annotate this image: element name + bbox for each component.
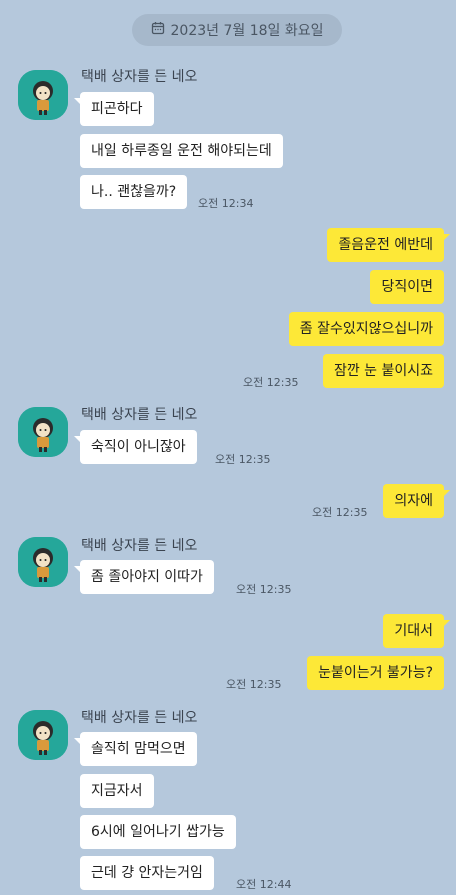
contact-avatar[interactable]: [18, 537, 68, 587]
message-bubble-outgoing[interactable]: 의자에: [383, 484, 450, 518]
message-bubble-outgoing[interactable]: 당직이면: [370, 270, 444, 304]
message-bubble-incoming[interactable]: 근데 걍 안자는거임: [80, 856, 214, 890]
message-bubble-outgoing[interactable]: 눈붙이는거 불가능?: [307, 656, 444, 690]
message-bubble-outgoing[interactable]: 졸음운전 에반데: [327, 228, 450, 262]
sender-name: 택배 상자를 든 네오: [81, 710, 198, 726]
message-bubble-incoming[interactable]: 6시에 일어나기 쌉가능: [80, 815, 236, 849]
message-bubble-incoming[interactable]: 지금자서: [80, 774, 154, 808]
message-time: 오전 12:35: [243, 376, 299, 389]
sender-name: 택배 상자를 든 네오: [81, 407, 198, 423]
message-time: 오전 12:35: [215, 453, 271, 466]
message-bubble-incoming[interactable]: 피곤하다: [74, 92, 154, 126]
sender-name: 택배 상자를 든 네오: [81, 538, 198, 554]
contact-avatar[interactable]: [18, 70, 68, 120]
message-time: 오전 12:35: [236, 583, 292, 596]
calendar-icon: [151, 21, 165, 39]
date-text: 2023년 7월 18일 화요일: [170, 23, 324, 39]
message-bubble-incoming[interactable]: 좀 졸아야지 이따가: [74, 560, 214, 594]
message-time: 오전 12:35: [226, 678, 282, 691]
sender-name: 택배 상자를 든 네오: [81, 69, 198, 85]
message-bubble-incoming[interactable]: 숙직이 아니잖아: [74, 430, 197, 464]
message-time: 오전 12:44: [236, 878, 292, 891]
message-bubble-outgoing[interactable]: 좀 잘수있지않으십니까: [288, 312, 444, 346]
message-bubble-incoming[interactable]: 솔직히 맘먹으면: [74, 732, 197, 766]
message-time: 오전 12:34: [198, 197, 254, 210]
message-time: 오전 12:35: [312, 506, 368, 519]
contact-avatar[interactable]: [18, 710, 68, 760]
contact-avatar[interactable]: [18, 407, 68, 457]
date-divider: 2023년 7월 18일 화요일: [132, 14, 342, 46]
message-bubble-incoming[interactable]: 나.. 괜찮을까?: [80, 175, 188, 209]
message-bubble-outgoing[interactable]: 기대서: [383, 614, 450, 648]
message-bubble-outgoing[interactable]: 잠깐 눈 붙이시죠: [322, 354, 444, 388]
message-bubble-incoming[interactable]: 내일 하루종일 운전 해야되는데: [80, 134, 283, 168]
